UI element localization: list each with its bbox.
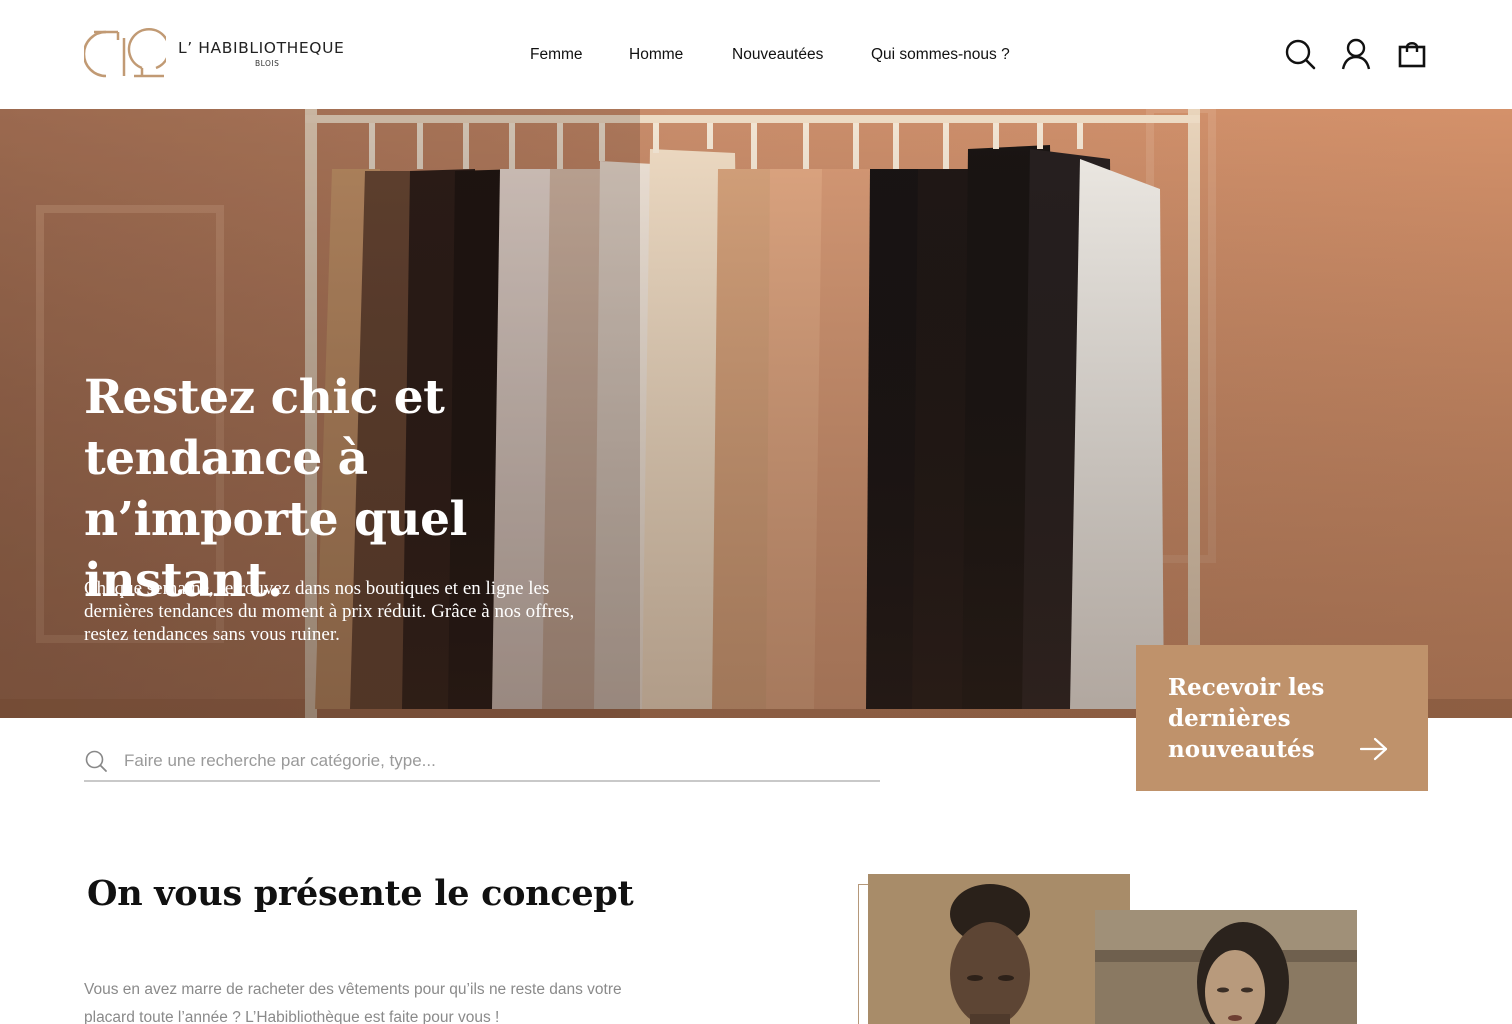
nav-item-nouveautees[interactable]: Nouveautées xyxy=(732,44,823,66)
arrow-right-icon xyxy=(1360,737,1388,761)
site-header: L’ HABIBLIOTHEQUE BLOIS Femme Homme Nouv… xyxy=(0,0,1512,109)
newsletter-label: Recevoir les dernières nouveautés xyxy=(1168,674,1325,763)
hero-description: Chaque semaine, retrouvez dans nos bouti… xyxy=(84,578,575,645)
nav-item-qui-sommes-nous[interactable]: Qui sommes-nous ? xyxy=(871,44,1010,66)
concept-photo-woman xyxy=(1095,910,1357,1024)
nav-item-homme[interactable]: Homme xyxy=(629,44,683,66)
account-button[interactable] xyxy=(1339,37,1373,71)
search-input[interactable] xyxy=(124,746,864,776)
concept-description: Vous en avez marre de racheter des vêtem… xyxy=(84,981,622,1024)
hero-banner: Restez chic et tendance à n’importe quel… xyxy=(0,109,1512,718)
logo-city: BLOIS xyxy=(255,59,280,68)
hero-title: Restez chic et tendance à n’importe quel… xyxy=(84,370,467,608)
concept-photo-man xyxy=(868,874,1130,1024)
concept-title: On vous présente le concept xyxy=(87,873,634,914)
search-icon xyxy=(85,750,107,772)
search-button[interactable] xyxy=(1283,37,1317,71)
newsletter-button[interactable]: Recevoir les dernières nouveautés xyxy=(1136,645,1428,791)
logo-name: L’ HABIBLIOTHEQUE xyxy=(178,39,345,57)
search-icon xyxy=(1285,39,1316,70)
shopping-bag-icon xyxy=(1398,42,1426,68)
search-bar xyxy=(84,744,880,782)
logo[interactable]: L’ HABIBLIOTHEQUE BLOIS xyxy=(84,28,374,80)
account-icon xyxy=(1341,38,1371,70)
nav-item-femme[interactable]: Femme xyxy=(530,44,583,66)
cart-button[interactable] xyxy=(1395,37,1429,71)
logo-mark-icon xyxy=(84,28,166,78)
